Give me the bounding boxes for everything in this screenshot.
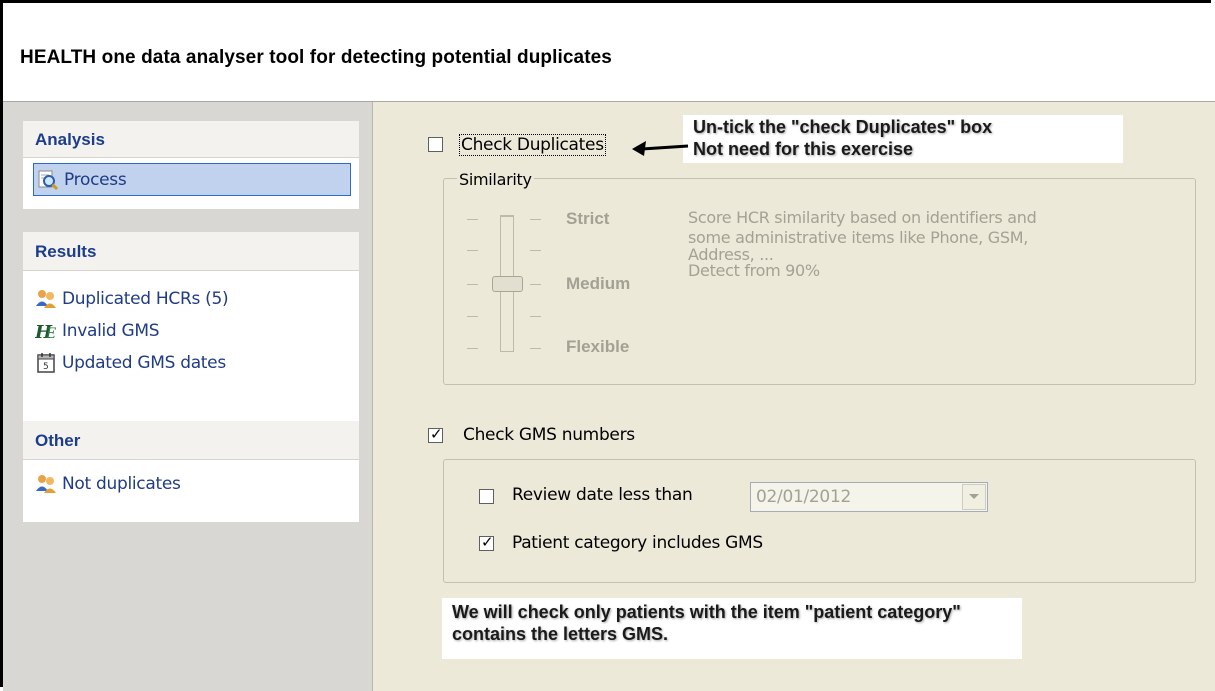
sidebar-header-label: Results <box>35 242 97 261</box>
users-icon <box>35 288 57 310</box>
title-bar: HEALTH one data analyser tool for detect… <box>3 3 1215 101</box>
description-line: Address, ... <box>688 245 774 264</box>
sidebar-header-analysis[interactable]: Analysis <box>23 121 359 158</box>
svg-text:5: 5 <box>43 362 48 372</box>
magnifier-icon <box>37 169 59 191</box>
slider-tick <box>467 219 478 220</box>
users-icon <box>35 473 57 495</box>
window-title: HEALTH one data analyser tool for detect… <box>20 47 612 68</box>
slider-tick <box>530 348 541 349</box>
chevron-down-icon <box>969 494 979 499</box>
review-date-value: 02/01/2012 <box>756 487 851 507</box>
calendar-icon: 5 <box>35 352 57 374</box>
similarity-level-medium: Medium <box>566 274 631 293</box>
sidebar-header-label: Analysis <box>35 130 105 149</box>
sidebar-item-label: Invalid GMS <box>62 321 160 341</box>
slider-tick <box>467 250 478 251</box>
patient-category-checkbox[interactable]: ✓ <box>479 534 494 551</box>
sidebar-item-duplicated-hcrs[interactable]: Duplicated HCRs (5) <box>23 283 359 315</box>
sidebar-group-other: Other Not duplicates <box>23 421 359 522</box>
slider-tick <box>530 219 541 220</box>
review-date-checkbox[interactable] <box>479 489 494 504</box>
svg-text:E: E <box>45 326 56 342</box>
sidebar-header-label: Other <box>35 431 81 450</box>
note-line: We will check only patients with the ite… <box>452 602 961 622</box>
note-line: Not need for this exercise <box>693 139 914 159</box>
similarity-level-strict: Strict <box>566 209 610 228</box>
similarity-legend: Similarity <box>457 170 534 189</box>
slider-tick <box>467 316 478 317</box>
date-dropdown-button[interactable] <box>962 484 986 510</box>
annotation-note-bottom: We will check only patients with the ite… <box>442 598 1022 659</box>
sidebar-item-process[interactable]: Process <box>33 163 351 196</box>
sidebar-item-label: Updated GMS dates <box>62 353 226 373</box>
check-duplicates-checkbox[interactable] <box>428 137 443 152</box>
slider-tick <box>530 250 541 251</box>
sidebar: Analysis Process Results Duplicated HCRs… <box>3 102 373 691</box>
note-line: contains the letters GMS. <box>452 624 669 644</box>
check-duplicates-label[interactable]: Check Duplicates <box>459 134 606 156</box>
slider-tick <box>530 316 541 317</box>
slider-tick <box>467 284 478 285</box>
check-gms-label[interactable]: Check GMS numbers <box>463 425 635 445</box>
sidebar-group-results: Results Duplicated HCRs (5) H E Invalid … <box>23 232 359 421</box>
review-date-label[interactable]: Review date less than <box>512 485 693 505</box>
sidebar-item-label: Process <box>64 169 127 190</box>
sidebar-item-label: Duplicated HCRs (5) <box>62 289 229 309</box>
review-date-picker[interactable]: 02/01/2012 <box>750 482 988 512</box>
sidebar-header-other[interactable]: Other <box>23 421 359 460</box>
similarity-level-flexible: Flexible <box>566 337 630 356</box>
sidebar-item-label: Not duplicates <box>62 474 181 494</box>
sidebar-item-invalid-gms[interactable]: H E Invalid GMS <box>23 315 359 347</box>
similarity-description: Score HCR similarity based on identifier… <box>688 208 1158 280</box>
sidebar-group-analysis: Analysis Process <box>23 121 359 209</box>
note-line: Un-tick the "check Duplicates" box <box>693 117 993 137</box>
patient-category-label[interactable]: Patient category includes GMS <box>512 533 763 553</box>
check-gms-checkbox[interactable]: ✓ <box>428 426 443 443</box>
slider-tick <box>530 284 541 285</box>
description-line: Score HCR similarity based on identifier… <box>688 208 1037 227</box>
sidebar-item-not-duplicates[interactable]: Not duplicates <box>23 468 359 500</box>
annotation-note-top: Un-tick the "check Duplicates" box Not n… <box>683 115 1123 163</box>
similarity-slider-thumb[interactable] <box>492 276 523 292</box>
slider-tick <box>467 348 478 349</box>
sidebar-item-updated-gms-dates[interactable]: 5 Updated GMS dates <box>23 347 359 379</box>
gms-groupbox <box>443 459 1196 583</box>
hse-logo-icon: H E <box>34 320 57 343</box>
description-line: Detect from 90% <box>688 261 820 280</box>
sidebar-header-results[interactable]: Results <box>23 232 359 271</box>
arrow-left-icon <box>632 141 689 156</box>
